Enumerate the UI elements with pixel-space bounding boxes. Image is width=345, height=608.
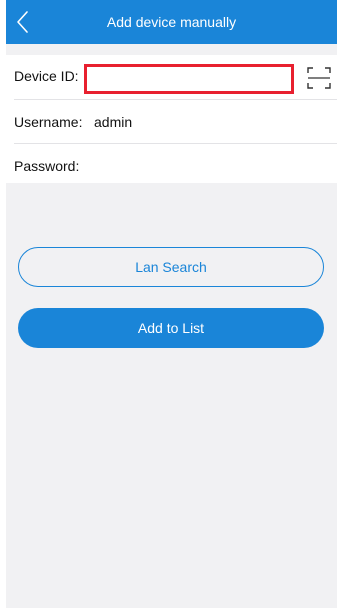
scan-frame-icon[interactable] (307, 67, 331, 89)
password-label: Password: (14, 158, 80, 174)
divider (14, 99, 337, 100)
divider (14, 143, 337, 144)
screen: Add device manually Device ID: Username:… (0, 0, 345, 608)
add-to-list-button[interactable]: Add to List (18, 308, 324, 348)
username-label: Username: (14, 114, 83, 130)
device-id-label: Device ID: (14, 68, 79, 84)
password-row: Password: (6, 145, 337, 187)
device-id-row: Device ID: (6, 55, 337, 97)
device-form: Device ID: Username: admin Password: (6, 55, 337, 183)
nav-bar: Add device manually (6, 0, 337, 44)
lan-search-button[interactable]: Lan Search (18, 247, 324, 287)
device-id-input[interactable] (84, 64, 294, 94)
username-field[interactable]: admin (94, 101, 132, 143)
username-row: Username: admin (6, 101, 337, 143)
page-title: Add device manually (106, 14, 237, 30)
